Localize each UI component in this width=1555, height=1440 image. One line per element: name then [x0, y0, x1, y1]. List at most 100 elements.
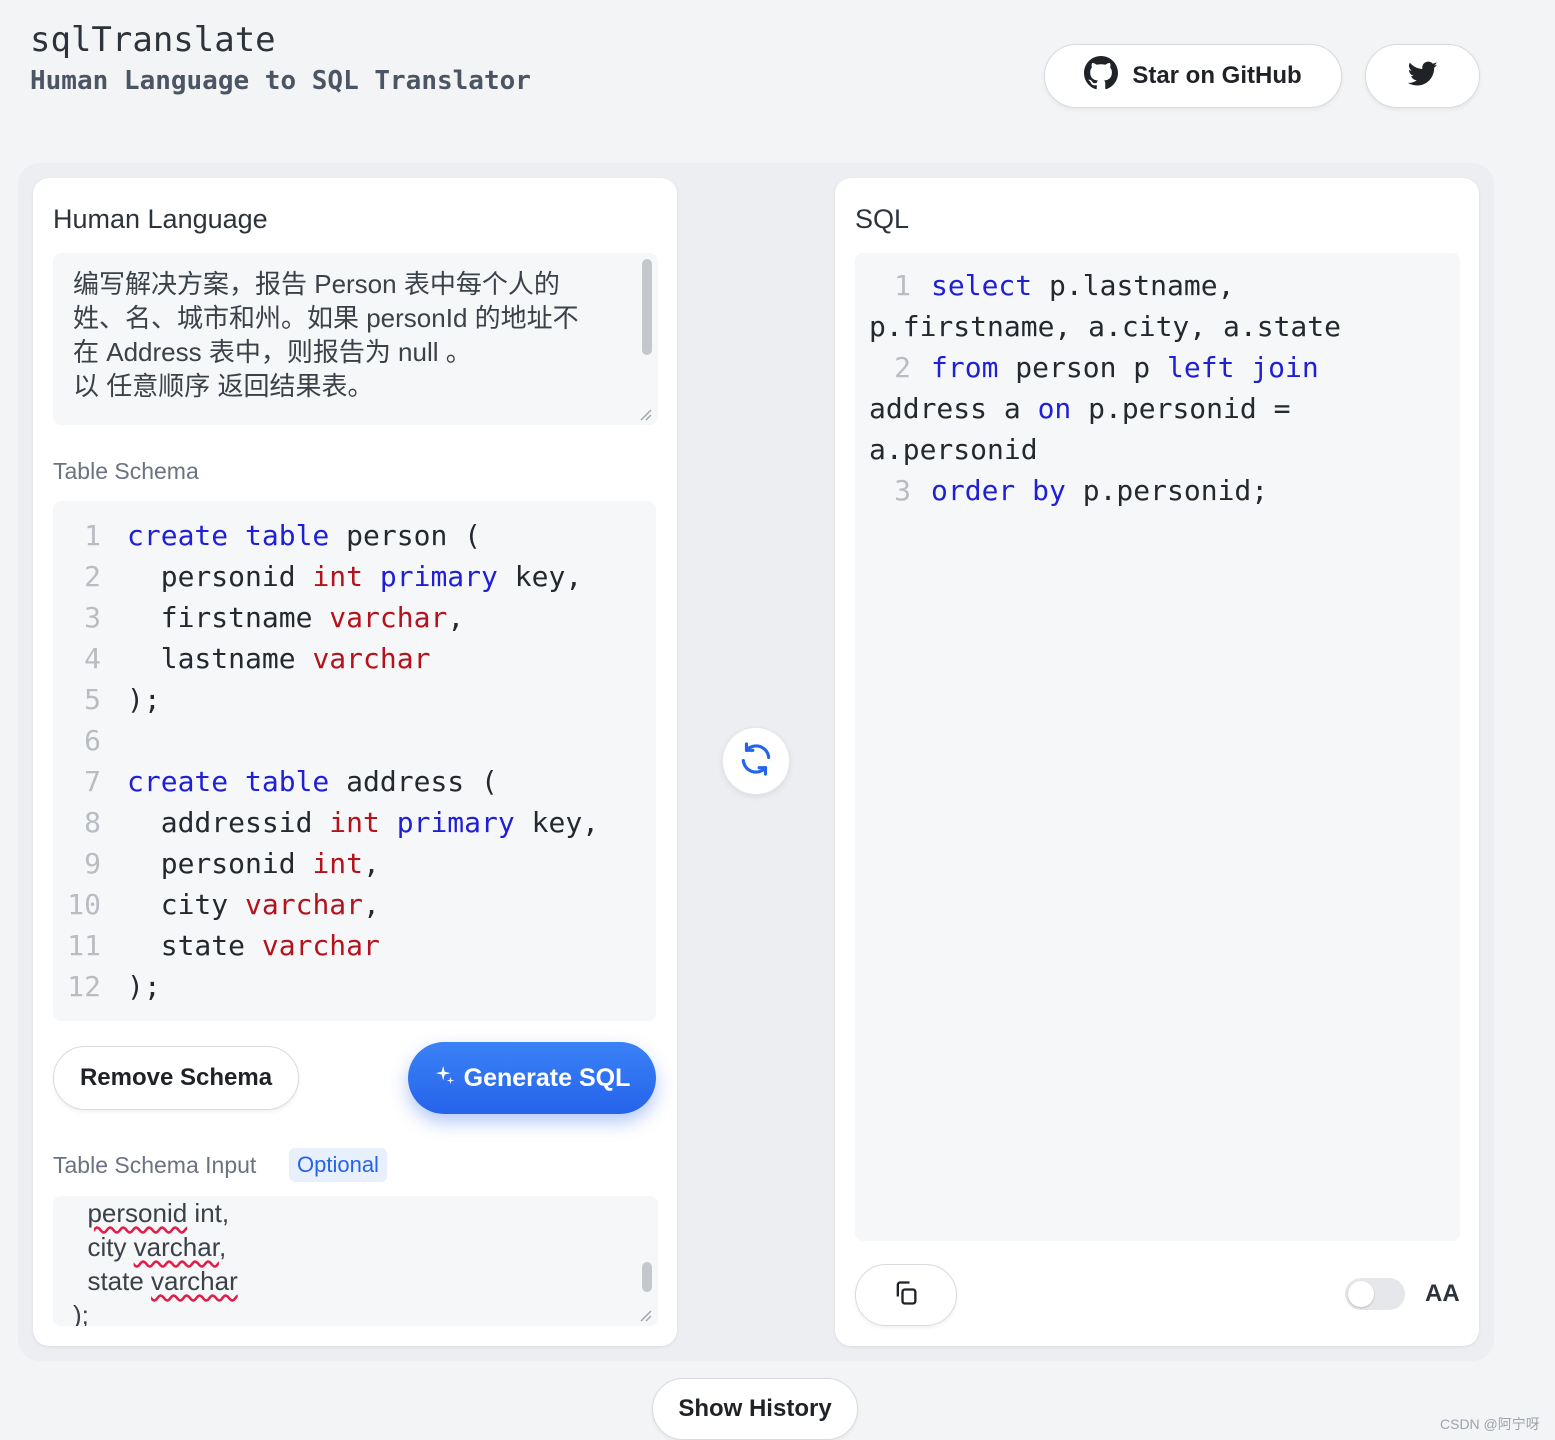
copy-icon — [892, 1279, 920, 1312]
code-token: addressid — [127, 806, 330, 839]
star-on-github-button[interactable]: Star on GitHub — [1044, 44, 1342, 108]
line-number: 10 — [67, 888, 101, 921]
code-line: 7 create table address ( — [53, 761, 656, 802]
line-number: 2 — [84, 560, 101, 593]
show-history-button[interactable]: Show History — [652, 1378, 858, 1440]
sql-line: 2 from person p left join address a on p.… — [869, 347, 1446, 470]
code-text: lastname varchar — [101, 642, 431, 675]
sql-type: int — [312, 560, 364, 593]
schema-input-scrollbar[interactable] — [642, 1262, 652, 1292]
code-text: ); — [101, 683, 161, 716]
code-line: 6 — [53, 720, 656, 761]
line-number: 3 — [894, 474, 911, 507]
line-number: 9 — [84, 847, 101, 880]
misspelled-word: personid — [87, 1198, 188, 1228]
line-number: 2 — [894, 351, 911, 384]
code-token: , — [363, 888, 380, 921]
code-line: 4 lastname varchar — [53, 638, 656, 679]
line-number: 6 — [84, 724, 101, 757]
misspelled-word: varchar — [133, 1232, 219, 1262]
schema-input-text: int, — [187, 1198, 230, 1228]
remove-schema-button[interactable]: Remove Schema — [53, 1046, 299, 1110]
schema-input-text: city — [73, 1232, 134, 1262]
schema-input-text — [73, 1198, 87, 1228]
sql-heading: SQL — [855, 204, 910, 234]
human-text-line: 姓、名、城市和州。如果 personId 的地址不 — [73, 303, 579, 333]
line-number: 11 — [67, 929, 101, 962]
human-text-line: 编写解决方案，报告 Person 表中每个人的 — [73, 269, 560, 299]
twitter-button[interactable] — [1365, 44, 1480, 108]
code-token: ); — [127, 683, 161, 716]
sql-type: varchar — [261, 929, 380, 962]
code-text: city varchar, — [101, 888, 380, 921]
sql-keyword: select — [931, 269, 1033, 302]
sql-panel: SQL 1 select p.lastname, p.firstname, a.c… — [835, 178, 1479, 1346]
code-line: 9 personid int, — [53, 843, 656, 884]
sql-type: varchar — [245, 888, 364, 921]
generate-sql-button[interactable]: Generate SQL — [408, 1042, 656, 1114]
schema-input-line: ); — [73, 1298, 612, 1326]
code-line: 12); — [53, 966, 656, 1007]
table-schema-input-label: Table Schema Input — [53, 1152, 257, 1178]
code-token: city — [127, 888, 246, 921]
swap-button[interactable] — [722, 727, 790, 795]
table-schema-code[interactable]: 1 create table person (2 personid int pri… — [53, 501, 656, 1021]
textarea-scrollbar[interactable] — [642, 259, 652, 355]
code-token: person ( — [329, 519, 482, 552]
misspelled-word: varchar — [151, 1266, 238, 1296]
code-line: 8 addressid int primary key, — [53, 802, 656, 843]
sql-keyword: from — [931, 351, 999, 384]
line-number: 7 — [84, 765, 101, 798]
code-text: create table person ( — [101, 519, 481, 552]
font-size-toggle[interactable] — [1345, 1278, 1405, 1310]
code-token: key, — [497, 560, 583, 593]
sql-output-code[interactable]: 1 select p.lastname, p.firstname, a.city,… — [855, 253, 1460, 1241]
code-line: 11 state varchar — [53, 925, 656, 966]
watermark: CSDN @阿宁呀 — [1440, 1416, 1540, 1432]
sql-type: int — [329, 806, 380, 839]
resize-grip-icon[interactable] — [638, 1308, 652, 1322]
code-line: 5); — [53, 679, 656, 720]
code-token: address ( — [329, 765, 498, 798]
code-text: personid int primary key, — [101, 560, 582, 593]
table-schema-input-textarea[interactable]: personid int, city varchar, state varcha… — [53, 1196, 658, 1326]
sql-type: varchar — [329, 601, 448, 634]
sql-line: 3 order by p.personid; — [869, 470, 1446, 511]
human-language-textarea[interactable]: 编写解决方案，报告 Person 表中每个人的 姓、名、城市和州。如果 pers… — [53, 253, 658, 425]
code-text: state varchar — [101, 929, 380, 962]
code-line: 1 create table person ( — [53, 515, 656, 556]
sparkle-icon — [434, 1064, 456, 1093]
copy-button[interactable] — [855, 1264, 957, 1326]
line-number: 1 — [84, 519, 101, 552]
code-token: ); — [127, 970, 161, 1003]
generate-sql-label: Generate SQL — [463, 1063, 631, 1092]
code-token: firstname — [127, 601, 330, 634]
optional-badge: Optional — [289, 1148, 387, 1182]
line-number: 4 — [84, 642, 101, 675]
resize-grip-icon[interactable] — [638, 407, 652, 421]
swap-arrows-icon — [737, 740, 775, 783]
code-token: , — [447, 601, 465, 634]
code-line: 3 firstname varchar, — [53, 597, 656, 638]
twitter-icon — [1407, 61, 1438, 92]
code-text: ); — [101, 970, 161, 1003]
code-token: person p — [998, 351, 1168, 384]
sql-keyword: left join — [1167, 351, 1319, 384]
sql-keyword: on — [1037, 392, 1072, 425]
code-line: 2 personid int primary key, — [53, 556, 656, 597]
sql-keyword: primary — [379, 560, 498, 593]
sql-line: 1 select p.lastname, p.firstname, a.city,… — [869, 265, 1446, 347]
code-token: lastname — [127, 642, 313, 675]
schema-input-line: state varchar — [73, 1264, 612, 1298]
line-number: 8 — [84, 806, 101, 839]
app-title: sqlTranslate — [30, 20, 276, 60]
app-subtitle: Human Language to SQL Translator — [30, 66, 531, 96]
human-text-line: 在 Address 表中，则报告为 null 。 — [73, 337, 472, 367]
github-button-label: Star on GitHub — [1132, 62, 1302, 89]
human-text-line: 以 任意顺序 返回结果表。 — [73, 371, 374, 401]
code-token: personid — [127, 560, 313, 593]
sql-type: int — [312, 847, 364, 880]
sql-keyword: order by — [931, 474, 1066, 507]
